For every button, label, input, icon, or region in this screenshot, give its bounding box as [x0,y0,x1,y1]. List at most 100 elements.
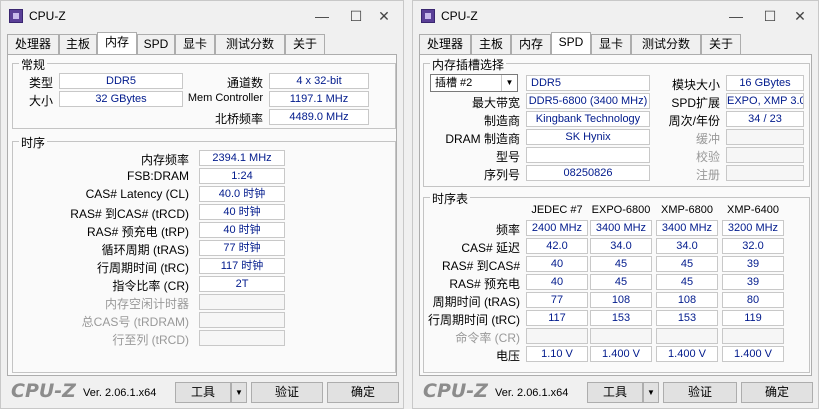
channels-label: 通道数 [226,76,263,90]
validate-button[interactable]: 验证 [251,382,323,403]
tab-cpu[interactable]: 处理器 [419,34,471,54]
timing-cell: 3200 MHz [722,220,784,236]
timing-row-label: 命令率 (CR) [455,331,520,345]
correction-value [726,147,804,163]
channels-value: 4 x 32-bit [269,73,369,89]
version-text: Ver. 2.06.1.x64 [83,387,157,399]
timing-cell [590,328,652,344]
tab-graphics[interactable]: 显卡 [591,34,631,54]
title-bar: CPU-Z — ☐ ✕ [413,1,818,33]
spd-ext-label: SPD扩展 [671,96,720,110]
registered-label: 注册 [695,168,720,182]
timing-label: 行至列 (tRCD) [112,333,189,347]
timing-cell: 1.400 V [656,346,718,362]
timing-cell: 40 [526,274,588,290]
timing-label: CAS# Latency (CL) [85,187,189,201]
buffered-value [726,129,804,145]
spd-type-value: DDR5 [526,75,650,91]
tools-dropdown-arrow-icon[interactable]: ▼ [643,382,659,403]
footer: CPU-Z Ver. 2.06.1.x64 工具 ▼ 验证 确定 [1,380,403,408]
cpuz-window-memory: CPU-Z — ☐ ✕ 处理器 主板 内存 SPD 显卡 测试分数 关于 常规 … [0,0,404,409]
timing-cell: 3400 MHz [590,220,652,236]
tab-about[interactable]: 关于 [701,34,741,54]
tab-memory[interactable]: 内存 [511,34,551,54]
spd-panel: 内存插槽选择 插槽 #2 ▼ DDR5 模块大小 16 GBytes 最大带宽 … [419,54,812,376]
buffered-label: 缓冲 [695,132,720,146]
tab-spd[interactable]: SPD [551,32,591,54]
timings-group: 时序 内存频率 2394.1 MHz FSB:DRAM 1:24 CAS# Latenc… [12,134,396,373]
manufacturer-value: Kingbank Technology [526,111,650,127]
timing-cell: 45 [590,256,652,272]
cpuz-logo: CPU-Z [11,380,76,402]
slot-select-value: 插槽 #2 [435,77,473,89]
timing-cell: 39 [722,256,784,272]
tab-mainboard[interactable]: 主板 [471,34,511,54]
registered-value [726,165,804,181]
timing-row-label: RAS# 到CAS# [441,259,520,273]
mem-controller-value: 1197.1 MHz [269,91,369,107]
week-year-label: 周次/年份 [668,114,720,128]
slot-select[interactable]: 插槽 #2 ▼ [430,74,518,92]
nb-frequency-label: 北桥频率 [214,112,263,126]
timing-value [199,312,285,328]
timing-label: 行周期时间 (tRC) [97,261,189,275]
nb-frequency-value: 4489.0 MHz [269,109,369,125]
tab-graphics[interactable]: 显卡 [175,34,215,54]
timings-table-title: 时序表 [430,190,471,207]
tools-button[interactable]: 工具 [587,382,643,403]
tab-spd[interactable]: SPD [137,34,175,54]
timing-label: RAS# 预充电 (tRP) [86,225,189,239]
timing-cell: 119 [722,310,784,326]
dram-manufacturer-label: DRAM 制造商 [445,132,520,146]
timing-cell: 1.400 V [722,346,784,362]
timing-row-label: 行周期时间 (tRC) [428,313,520,327]
tools-button[interactable]: 工具 [175,382,231,403]
cpuz-app-icon [9,9,23,23]
timing-value [199,330,285,346]
timing-cell: 117 [526,310,588,326]
tab-about[interactable]: 关于 [285,34,325,54]
timing-column-header: XMP-6800 [661,204,713,216]
timing-value: 2T [199,276,285,292]
ok-button[interactable]: 确定 [741,382,813,403]
maximize-button[interactable]: ☐ [341,5,371,27]
tools-dropdown-arrow-icon[interactable]: ▼ [231,382,247,403]
ok-button[interactable]: 确定 [327,382,399,403]
timing-label: 内存空闲计时器 [104,297,189,311]
chevron-down-icon: ▼ [501,75,517,91]
timing-value: 77 时钟 [199,240,285,256]
minimize-button[interactable]: — [307,5,337,27]
tab-bench[interactable]: 测试分数 [215,34,285,54]
close-button[interactable]: ✕ [785,5,815,27]
timing-cell: 34.0 [590,238,652,254]
timing-value: 117 时钟 [199,258,285,274]
close-button[interactable]: ✕ [369,5,399,27]
timings-table-group: 时序表 JEDEC #7 EXPO-6800 XMP-6800 XMP-6400 频率 2… [423,190,810,373]
serial-number-label: 序列号 [483,168,520,182]
memory-panel: 常规 类型 DDR5 大小 32 GBytes 通道数 4 x 32-bit M… [7,54,397,376]
maximize-button[interactable]: ☐ [755,5,785,27]
timing-cell: 3400 MHz [656,220,718,236]
tab-bench[interactable]: 测试分数 [631,34,701,54]
module-size-label: 模块大小 [671,78,720,92]
timing-cell: 45 [656,256,718,272]
part-number-value [526,147,650,163]
timing-column-header: JEDEC #7 [531,204,583,216]
general-group: 常规 类型 DDR5 大小 32 GBytes 通道数 4 x 32-bit M… [12,56,396,129]
manufacturer-label: 制造商 [483,114,520,128]
timing-label: 循环周期 (tRAS) [101,243,189,257]
tab-cpu[interactable]: 处理器 [7,34,59,54]
version-text: Ver. 2.06.1.x64 [495,387,569,399]
correction-label: 校验 [695,150,720,164]
tab-memory[interactable]: 内存 [97,32,137,54]
timing-label: 内存频率 [140,153,189,167]
general-group-title: 常规 [19,56,48,73]
slot-group: 内存插槽选择 插槽 #2 ▼ DDR5 模块大小 16 GBytes 最大带宽 … [423,56,810,187]
part-number-label: 型号 [495,150,520,164]
window-title: CPU-Z [29,9,66,23]
validate-button[interactable]: 验证 [663,382,737,403]
timing-cell: 40 [526,256,588,272]
timing-cell [526,328,588,344]
tab-mainboard[interactable]: 主板 [59,34,97,54]
minimize-button[interactable]: — [721,5,751,27]
